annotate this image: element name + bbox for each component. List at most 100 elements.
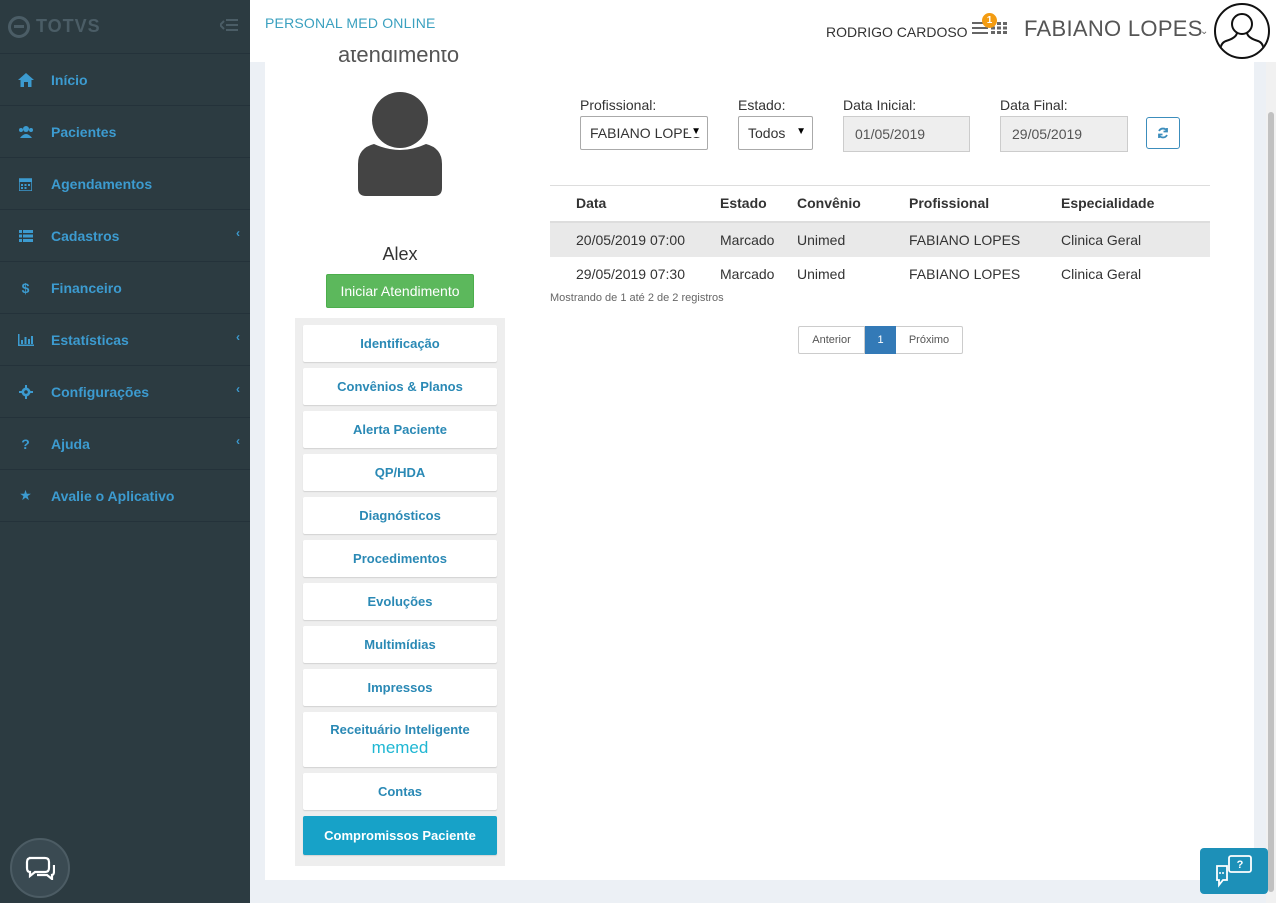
pagination-prev-button[interactable]: Anterior	[798, 326, 865, 354]
sidebar-item-configuracoes[interactable]: Configurações ‹	[0, 366, 250, 418]
menu-label: QP/HDA	[374, 465, 426, 480]
sidebar-item-label: Financeiro	[51, 279, 122, 296]
profissional-label: Profissional:	[580, 97, 657, 113]
column-header[interactable]: Convênio	[797, 185, 909, 223]
calendar-icon	[0, 177, 51, 191]
sidebar-item-estatisticas[interactable]: Estatísticas ‹	[0, 314, 250, 366]
menu-impressos[interactable]: Impressos	[303, 669, 497, 706]
menu-procedimentos[interactable]: Procedimentos	[303, 540, 497, 577]
sidebar-item-label: Cadastros	[51, 227, 120, 244]
menu-compromissos[interactable]: Compromissos Paciente	[303, 816, 497, 855]
sidebar-header: TOTVS	[0, 0, 250, 54]
dropdown-arrow-icon: ▼	[688, 126, 701, 137]
table-cell: 20/05/2019 07:00	[550, 221, 720, 257]
sidebar-item-ajuda[interactable]: ? Ajuda ‹	[0, 418, 250, 470]
estado-label: Estado:	[738, 97, 786, 113]
scrollbar-thumb[interactable]	[1268, 112, 1274, 892]
user-avatar[interactable]	[1214, 3, 1270, 59]
help-chat-button[interactable]: ?	[1200, 848, 1268, 894]
estado-select[interactable]: Todos ▼	[738, 116, 813, 150]
data-inicial-label: Data Inicial:	[843, 97, 917, 113]
table-cell: 29/05/2019 07:30	[576, 266, 685, 282]
profissional-value: FABIANO LOPES	[590, 125, 702, 141]
menu-label: Multimídias	[364, 637, 436, 652]
sidebar-item-label: Agendamentos	[51, 175, 153, 192]
chevron-left-icon: ‹	[236, 382, 240, 396]
start-attendance-button[interactable]: Iniciar Atendimento	[326, 274, 474, 308]
column-header[interactable]: Data	[550, 185, 720, 223]
totvs-logo-icon	[8, 15, 30, 38]
menu-alerta[interactable]: Alerta Paciente	[303, 411, 497, 448]
patient-name: Alex	[382, 244, 418, 264]
menu-label: Convênios & Planos	[337, 379, 463, 394]
memed-logo: memed	[371, 737, 429, 757]
totvs-logo[interactable]: TOTVS	[8, 15, 101, 38]
chevron-down-icon[interactable]: ⌄	[1200, 26, 1208, 37]
page-scrollbar[interactable]	[1266, 62, 1276, 903]
main-user-name[interactable]: FABIANO LOPES	[1024, 16, 1203, 42]
bar-chart-icon	[0, 333, 51, 346]
table-cell: Unimed	[797, 266, 846, 282]
menu-identificacao[interactable]: Identificação	[303, 325, 497, 362]
column-header[interactable]: Especialidade	[1061, 185, 1210, 223]
dollar-icon: $	[21, 279, 30, 296]
table-info-text: Mostrando de 1 até 2 de 2 registros	[550, 292, 724, 304]
refresh-icon	[1158, 127, 1168, 139]
table-cell: FABIANO LOPES	[909, 221, 1061, 257]
sidebar-item-label: Ajuda	[51, 435, 90, 452]
sidebar-item-cadastros[interactable]: Cadastros ‹	[0, 210, 250, 262]
chevron-left-icon: ‹	[236, 226, 240, 240]
data-final-field[interactable]: 29/05/2019	[1000, 116, 1128, 152]
users-icon	[0, 125, 51, 138]
menu-label: Receituário Inteligente	[330, 721, 470, 737]
table-cell: Marcado	[720, 221, 797, 257]
pagination-next-button[interactable]: Próximo	[896, 326, 963, 354]
table-row[interactable]: 29/05/2019 07:30 Marcado Unimed FABIANO …	[550, 257, 1210, 292]
table-cell: Unimed	[797, 221, 909, 257]
data-inicial-field[interactable]: 01/05/2019	[843, 116, 970, 152]
patient-avatar-icon	[356, 92, 444, 203]
gear-icon	[0, 384, 51, 399]
menu-diagnosticos[interactable]: Diagnósticos	[303, 497, 497, 534]
menu-label: Compromissos Paciente	[324, 828, 476, 843]
sidebar-item-avalie[interactable]: ★ Avalie o Aplicativo	[0, 470, 250, 522]
list-icon	[0, 229, 51, 242]
appointments-table: Data Estado Convênio Profissional Especi…	[550, 185, 1210, 292]
menu-receituario[interactable]: Receituário Inteligente memed	[303, 712, 497, 767]
profissional-select[interactable]: FABIANO LOPES ▼	[580, 116, 708, 150]
table-header-row: Data Estado Convênio Profissional Especi…	[550, 185, 1210, 223]
menu-multimidias[interactable]: Multimídias	[303, 626, 497, 663]
estado-value: Todos	[748, 125, 786, 141]
column-header[interactable]: Estado	[720, 185, 797, 223]
sidebar-item-financeiro[interactable]: $ Financeiro	[0, 262, 250, 314]
sidebar-collapse-icon[interactable]	[218, 18, 238, 36]
data-final-label: Data Final:	[1000, 97, 1068, 113]
sidebar-item-pacientes[interactable]: Pacientes	[0, 106, 250, 158]
table-row[interactable]: 20/05/2019 07:00 Marcado Unimed FABIANO …	[550, 221, 1210, 257]
sidebar-item-inicio[interactable]: Início	[0, 54, 250, 106]
sidebar-item-label: Pacientes	[51, 123, 117, 140]
pagination-page-button[interactable]: 1	[865, 326, 896, 354]
chevron-left-icon: ‹	[236, 330, 240, 344]
chat-button[interactable]	[10, 838, 70, 898]
patient-menu: Identificação Convênios & Planos Alerta …	[295, 318, 505, 866]
menu-qphda[interactable]: QP/HDA	[303, 454, 497, 491]
home-icon	[0, 72, 51, 87]
menu-label: Contas	[377, 784, 423, 799]
logo-text: TOTVS	[36, 16, 101, 36]
table-cell: Clinica Geral	[1061, 266, 1142, 282]
menu-contas[interactable]: Contas	[303, 773, 497, 810]
menu-convenios[interactable]: Convênios & Planos	[303, 368, 497, 405]
secondary-user-name[interactable]: RODRIGO CARDOSO	[826, 24, 968, 40]
menu-evolucoes[interactable]: Evoluções	[303, 583, 497, 620]
sidebar-item-label: Estatísticas	[51, 331, 129, 348]
chat-icon	[25, 856, 55, 880]
sidebar-item-agendamentos[interactable]: Agendamentos	[0, 158, 250, 210]
column-header[interactable]: Profissional	[909, 185, 1061, 223]
menu-label: Impressos	[367, 680, 433, 695]
sidebar-item-label: Avalie o Aplicativo	[51, 487, 175, 504]
refresh-button[interactable]	[1146, 117, 1180, 149]
attendance-heading: atendimento	[338, 50, 460, 67]
table-cell: FABIANO LOPES	[909, 266, 1021, 282]
sidebar: TOTVS Início Pacientes Agendamentos Cada…	[0, 0, 250, 903]
